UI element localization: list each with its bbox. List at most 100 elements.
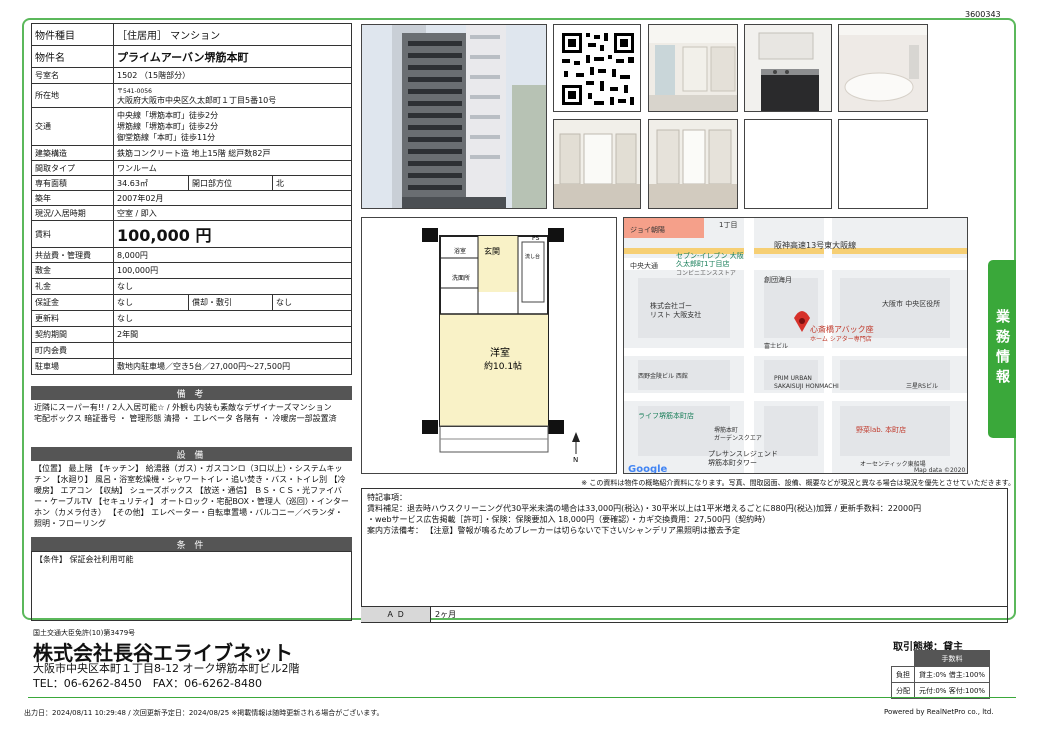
map-label: 三星RSビル bbox=[906, 382, 938, 390]
guarantee-label: 保証金 bbox=[31, 294, 114, 311]
room-label: 号室名 bbox=[31, 67, 114, 84]
built-value: 2007年02月 bbox=[113, 190, 352, 206]
wash-label: 洗面所 bbox=[452, 274, 470, 282]
building-illustration bbox=[362, 25, 546, 208]
room-name: 洋室 bbox=[490, 346, 510, 359]
joken-text: 【条件】 保証会社利用可能 bbox=[31, 551, 352, 621]
location-map[interactable]: 1丁目 セブン-イレブン 大阪 久太郎町1丁目店 阪神高速13号東大阪線 中央大… bbox=[623, 217, 968, 474]
parking-label: 駐車場 bbox=[31, 358, 114, 375]
ad-row: Ａ Ｄ 2ヶ月 bbox=[361, 606, 1008, 622]
output-date: 出力日：2024/08/11 10:29:48 / 次回更新予定日：2024/0… bbox=[24, 709, 384, 717]
town-fee-label: 町内会費 bbox=[31, 342, 114, 359]
interior-photo-living bbox=[648, 24, 738, 112]
ps-label: PS bbox=[532, 235, 540, 242]
address-value: 大阪府大阪市中央区久太郎町１丁目5番10号 bbox=[117, 95, 277, 105]
type-label: 物件種目 bbox=[31, 23, 114, 46]
floor-plan-drawing: 洋室 約10.1帖 玄関 PS 流し台 浴室 洗面所 N bbox=[362, 218, 616, 473]
zip-code: 〒541-0056 bbox=[117, 87, 152, 95]
traffic-line: 中央線「堺筋本町」徒歩2分 bbox=[117, 111, 219, 120]
map-label: 堺筋本町タワー bbox=[708, 458, 757, 467]
map-label: SAKAISUJI HONMACHI bbox=[774, 383, 839, 390]
bath-label: 浴室 bbox=[454, 247, 466, 255]
map-label: コンビニエンスストア bbox=[676, 269, 736, 277]
amortization-value: なし bbox=[272, 294, 352, 311]
ad-value: 2ヶ月 bbox=[435, 610, 457, 619]
remarks-line: 特記事項： bbox=[367, 493, 407, 502]
traffic-line: 堺筋線「堺筋本町」徒歩2分 bbox=[117, 122, 219, 131]
room-value: 1502 （15階部分） bbox=[113, 67, 352, 84]
map-label: プレサンスレジェンド bbox=[708, 450, 778, 458]
remarks-line: 案内方法備考： 【注意】警報が鳴るためブレーカーは切らないで下さい/シャンデリア… bbox=[367, 526, 740, 535]
ad-label: Ａ Ｄ bbox=[361, 607, 431, 622]
status-label: 現況/入居時期 bbox=[31, 205, 114, 221]
town-fee-value bbox=[113, 342, 352, 359]
key-money-value: なし bbox=[113, 278, 352, 295]
fee-row-value: 貸主:0% 借主:100% bbox=[913, 666, 991, 683]
interior-photo-kitchen bbox=[744, 24, 832, 112]
name-value: プライムアーバン堺筋本町 bbox=[113, 45, 352, 68]
property-info-table: 物件種目 ［住居用］ マンション 物件名 プライムアーバン堺筋本町 号室名 1502 … bbox=[31, 23, 352, 375]
map-label: ライフ堺筋本町店 bbox=[638, 411, 694, 420]
map-label: 創団海月 bbox=[764, 275, 792, 284]
direction-label: 開口部方位 bbox=[188, 175, 273, 191]
contract-value: 2年間 bbox=[113, 326, 352, 343]
status-value: 空室 / 即入 bbox=[113, 205, 352, 221]
layout-value: ワンルーム bbox=[113, 160, 352, 176]
map-label: 野菜lab. 本町店 bbox=[856, 425, 906, 434]
map-label: ホーム シアター専門店 bbox=[810, 335, 872, 343]
empty-photo-slot bbox=[744, 119, 832, 209]
interior-photo-room-1 bbox=[553, 119, 641, 209]
structure-value: 鉄筋コンクリート造 地上15階 総戸数82戸 bbox=[113, 145, 352, 161]
room-size: 約10.1帖 bbox=[484, 360, 522, 372]
qr-code-icon bbox=[554, 25, 640, 111]
company-address: 大阪市中央区本町１丁目8-12 オーク堺筋本町ビル2階 bbox=[33, 662, 300, 675]
sink-label: 流し台 bbox=[525, 253, 540, 260]
joken-header: 条 件 bbox=[31, 537, 352, 551]
renewal-fee-value: なし bbox=[113, 310, 352, 327]
fee-header: 手数料 bbox=[913, 650, 991, 667]
deposit-label: 敷金 bbox=[31, 262, 114, 279]
business-info-tab[interactable]: 業務情報 bbox=[988, 260, 1016, 438]
interior-photo-bathroom bbox=[838, 24, 928, 112]
floor-plan: 洋室 約10.1帖 玄関 PS 流し台 浴室 洗面所 N bbox=[361, 217, 617, 474]
map-label: 西野金陵ビル 西館 bbox=[638, 372, 688, 380]
key-money-label: 礼金 bbox=[31, 278, 114, 295]
svg-text:N: N bbox=[573, 456, 578, 464]
mgmt-fee-label: 共益費・管理費 bbox=[31, 247, 114, 263]
deposit-value: 100,000円 bbox=[113, 262, 352, 279]
setsubi-header: 設 備 bbox=[31, 447, 352, 461]
interior-photo-room-2 bbox=[648, 119, 738, 209]
traffic-label: 交通 bbox=[31, 107, 114, 146]
company-phone: TEL：06-6262-8450 FAX：06-6262-8480 bbox=[33, 677, 263, 690]
map-label: セブン-イレブン 大阪 bbox=[676, 251, 744, 260]
empty-photo-slot bbox=[838, 119, 928, 209]
parking-value: 敷地内駐車場／空き5台／27,000円～27,500円 bbox=[113, 358, 352, 375]
disclaimer-note: ※ この資料は物件の概略紹介資料になります。写真、間取図面、設備、概要などが現況… bbox=[581, 479, 1015, 487]
powered-by: Powered by RealNetPro co., ltd. bbox=[884, 708, 994, 716]
contract-label: 契約期間 bbox=[31, 326, 114, 343]
map-label: 阪神高速13号東大阪線 bbox=[774, 240, 856, 250]
map-label: 心斎橋アバック座 bbox=[810, 324, 874, 334]
area-label: 専有面積 bbox=[31, 175, 114, 191]
address-label: 所在地 bbox=[31, 83, 114, 108]
qr-code[interactable] bbox=[553, 24, 641, 112]
renewal-fee-label: 更新料 bbox=[31, 310, 114, 327]
map-label: リスト 大阪支社 bbox=[650, 310, 701, 319]
mgmt-fee-value: 8,000円 bbox=[113, 247, 352, 263]
biko-header: 備 考 bbox=[31, 386, 352, 400]
footer-divider bbox=[28, 697, 1016, 698]
type-value: ［住居用］ マンション bbox=[113, 23, 352, 46]
area-value: 34.63㎡ bbox=[113, 175, 189, 191]
map-label: 株式会社ゴー bbox=[650, 301, 692, 310]
amortization-label: 償却・敷引 bbox=[188, 294, 273, 311]
map-label: 堺筋本町 bbox=[714, 426, 738, 434]
structure-label: 建築構造 bbox=[31, 145, 114, 161]
remarks-line: ・webサービス広告掲載［許可］・保険：保険要加入 18,000円（要確認）・カ… bbox=[367, 515, 771, 524]
fee-table: 手数料 負担 貸主:0% 借主:100% 分配 元付:0% 客付:100% bbox=[891, 650, 991, 699]
google-logo: Google bbox=[628, 464, 668, 474]
name-label: 物件名 bbox=[31, 45, 114, 68]
map-label: PRIM URBAN bbox=[774, 375, 812, 382]
map-label: 1丁目 bbox=[719, 221, 737, 229]
biko-text: 近隣にスーパー有!! / 2人入居可能☆ / 外観も内装も素敵なデザイナーズマン… bbox=[34, 403, 337, 423]
map-label: 中央大通 bbox=[630, 261, 658, 270]
